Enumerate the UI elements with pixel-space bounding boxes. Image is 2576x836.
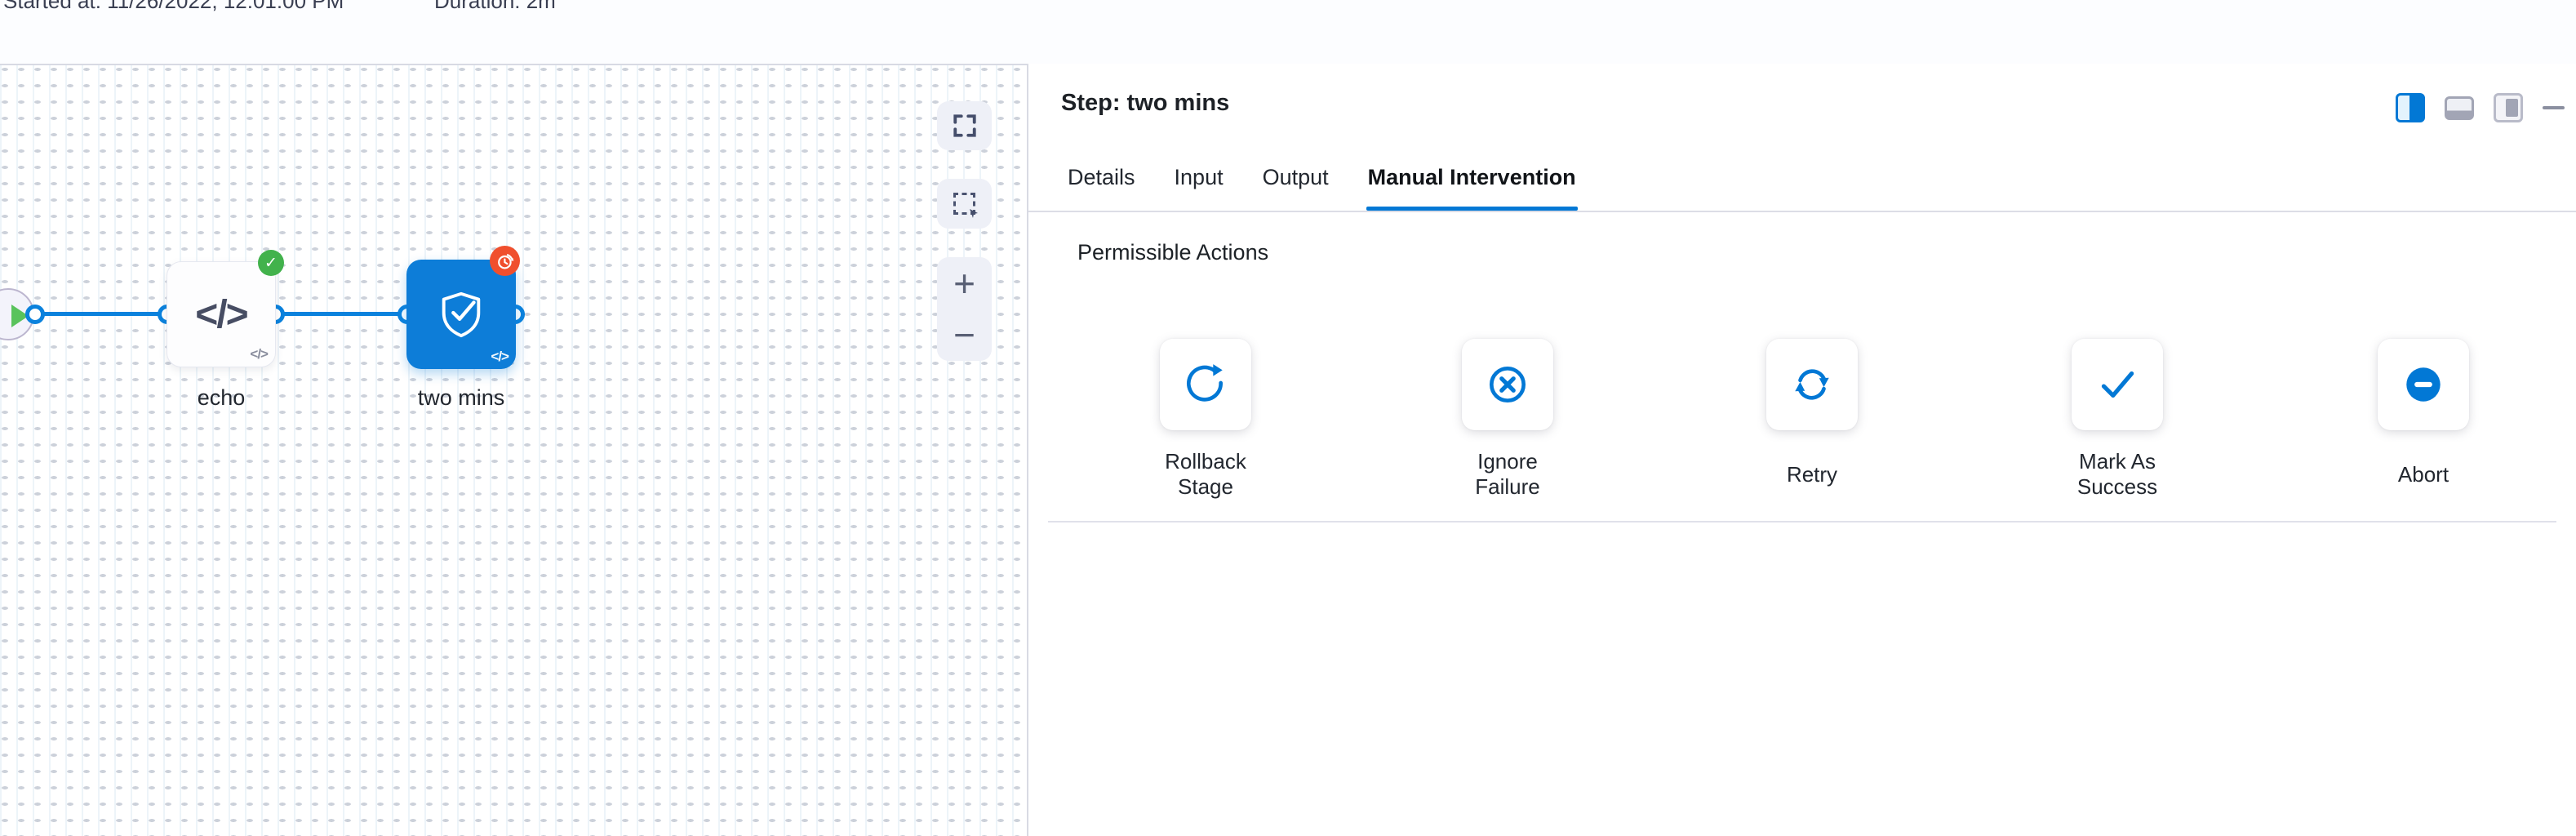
right-view-icon[interactable] [2494,93,2523,122]
tab-details[interactable]: Details [1066,165,1137,211]
abort-button[interactable] [2378,339,2469,430]
started-at-text: Started at: 11/26/2022, 12:01:00 PM [3,0,344,14]
step-node-echo[interactable]: </> </> [167,261,276,367]
rollback-stage-button[interactable] [1160,339,1251,430]
port-start-out [25,305,45,324]
retry-icon [1788,361,1836,408]
canvas-controls: + − [937,101,992,361]
retry-button[interactable] [1766,339,1858,430]
permissible-actions-title: Permissible Actions [1077,240,1268,265]
shield-check-icon [436,289,486,340]
edge-start-to-echo [35,312,167,316]
split-view-icon[interactable] [2396,93,2425,122]
minimize-icon[interactable] [2543,106,2565,109]
fit-to-screen-button[interactable] [937,101,992,150]
panel-layout-controls [2396,91,2565,124]
action-label: Rollback Stage [1140,448,1271,500]
code-step-icon: </> [195,292,246,337]
pipeline-execution-screen: Started at: 11/26/2022, 12:01:00 PM Dura… [0,0,2576,836]
rollback-icon [1182,361,1229,408]
action-ignore-failure: Ignore Failure [1416,339,1599,500]
script-type-icon: </> [250,346,268,362]
action-label: Mark As Success [2052,448,2183,500]
duration-text: Duration: 2m [434,0,556,14]
ignore-failure-icon [1484,361,1531,408]
tab-manual-intervention[interactable]: Manual Intervention [1366,165,1578,211]
action-mark-as-success: Mark As Success [2026,339,2209,500]
zoom-control: + − [937,257,992,361]
tab-output[interactable]: Output [1261,165,1330,211]
action-label: Retry [1747,448,1877,500]
ignore-failure-button[interactable] [1462,339,1553,430]
script-type-icon: </> [491,349,509,365]
abort-icon [2400,361,2447,408]
success-badge-icon: ✓ [258,250,284,276]
action-label: Ignore Failure [1442,448,1573,500]
step-details-panel: Step: two mins Details Input Output Manu… [1028,64,2576,836]
panel-title: Step: two mins [1061,90,1229,117]
content-divider [1048,521,2556,522]
step-node-twomins[interactable]: </> [406,260,516,369]
step-tabs: Details Input Output Manual Intervention [1066,165,1578,211]
node-label-twomins: two mins [406,385,516,411]
marquee-select-icon [953,193,975,215]
pipeline-canvas[interactable]: </> </> ✓ </> echo two mins [0,64,1027,836]
bottom-view-icon[interactable] [2445,96,2474,120]
node-label-echo: echo [167,385,276,411]
timeout-badge-icon [490,246,520,276]
tab-input[interactable]: Input [1173,165,1225,211]
action-abort: Abort [2332,339,2515,500]
action-rollback-stage: Rollback Stage [1114,339,1297,500]
fit-to-screen-icon [952,113,978,139]
tabs-divider [1028,211,2576,212]
marquee-select-button[interactable] [937,179,992,229]
edge-echo-to-twomins [275,312,407,316]
mark-as-success-button[interactable] [2072,339,2163,430]
zoom-in-button[interactable]: + [937,258,992,309]
action-label: Abort [2358,448,2489,500]
execution-status-bar: Started at: 11/26/2022, 12:01:00 PM Dura… [0,0,2576,64]
mark-success-icon [2094,361,2141,408]
zoom-out-button[interactable]: − [937,309,992,361]
action-retry: Retry [1721,339,1903,500]
